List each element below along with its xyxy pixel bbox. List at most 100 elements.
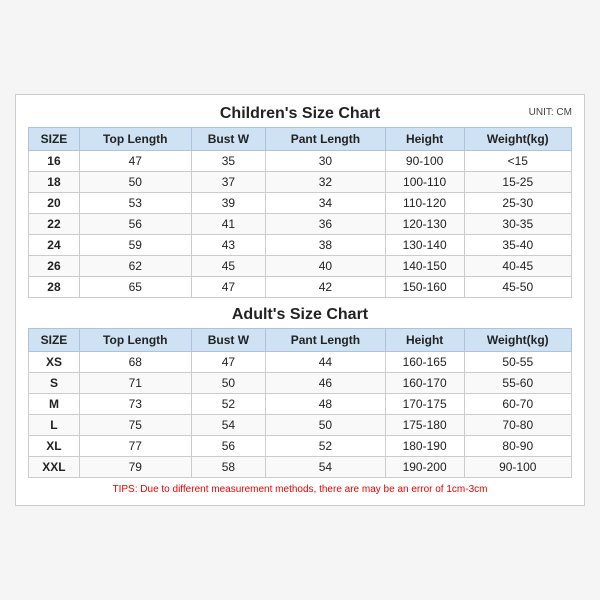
table-cell: 44 bbox=[266, 352, 386, 373]
table-cell: XL bbox=[29, 436, 80, 457]
table-row: 1647353090-100<15 bbox=[29, 151, 572, 172]
table-cell: 80-90 bbox=[464, 436, 571, 457]
children-col-size: SIZE bbox=[29, 128, 80, 151]
adult-col-weight: Weight(kg) bbox=[464, 329, 571, 352]
table-cell: 45-50 bbox=[464, 277, 571, 298]
table-cell: 43 bbox=[191, 235, 266, 256]
table-row: 18503732100-11015-25 bbox=[29, 172, 572, 193]
table-cell: 59 bbox=[79, 235, 191, 256]
table-cell: 32 bbox=[266, 172, 386, 193]
table-cell: 41 bbox=[191, 214, 266, 235]
table-cell: 56 bbox=[191, 436, 266, 457]
table-cell: 140-150 bbox=[385, 256, 464, 277]
table-cell: 35-40 bbox=[464, 235, 571, 256]
table-cell: 40-45 bbox=[464, 256, 571, 277]
table-cell: XS bbox=[29, 352, 80, 373]
adult-title: Adult's Size Chart bbox=[232, 306, 368, 324]
table-cell: 56 bbox=[79, 214, 191, 235]
table-cell: 52 bbox=[266, 436, 386, 457]
adult-title-row: Adult's Size Chart bbox=[28, 306, 572, 324]
table-cell: 160-165 bbox=[385, 352, 464, 373]
table-cell: 30-35 bbox=[464, 214, 571, 235]
table-cell: <15 bbox=[464, 151, 571, 172]
table-cell: 77 bbox=[79, 436, 191, 457]
children-col-pant-length: Pant Length bbox=[266, 128, 386, 151]
table-cell: 15-25 bbox=[464, 172, 571, 193]
table-cell: 37 bbox=[191, 172, 266, 193]
table-cell: 45 bbox=[191, 256, 266, 277]
adult-col-pant-length: Pant Length bbox=[266, 329, 386, 352]
table-cell: 47 bbox=[79, 151, 191, 172]
table-cell: 52 bbox=[191, 394, 266, 415]
table-cell: 73 bbox=[79, 394, 191, 415]
table-row: XL775652180-19080-90 bbox=[29, 436, 572, 457]
table-cell: 36 bbox=[266, 214, 386, 235]
children-col-bust-w: Bust W bbox=[191, 128, 266, 151]
table-cell: 54 bbox=[191, 415, 266, 436]
table-cell: 60-70 bbox=[464, 394, 571, 415]
table-cell: 70-80 bbox=[464, 415, 571, 436]
table-cell: 30 bbox=[266, 151, 386, 172]
children-title: Children's Size Chart bbox=[220, 105, 380, 123]
children-col-top-length: Top Length bbox=[79, 128, 191, 151]
table-cell: 120-130 bbox=[385, 214, 464, 235]
table-row: M735248170-17560-70 bbox=[29, 394, 572, 415]
table-cell: 62 bbox=[79, 256, 191, 277]
adult-col-bust-w: Bust W bbox=[191, 329, 266, 352]
table-row: 24594338130-14035-40 bbox=[29, 235, 572, 256]
children-title-row: Children's Size Chart UNIT: CM bbox=[28, 105, 572, 123]
table-row: 26624540140-15040-45 bbox=[29, 256, 572, 277]
table-row: S715046160-17055-60 bbox=[29, 373, 572, 394]
table-cell: 150-160 bbox=[385, 277, 464, 298]
table-row: 22564136120-13030-35 bbox=[29, 214, 572, 235]
table-cell: 48 bbox=[266, 394, 386, 415]
table-cell: 110-120 bbox=[385, 193, 464, 214]
table-cell: 22 bbox=[29, 214, 80, 235]
children-col-weight: Weight(kg) bbox=[464, 128, 571, 151]
table-row: XS684744160-16550-55 bbox=[29, 352, 572, 373]
table-cell: 26 bbox=[29, 256, 80, 277]
table-cell: 47 bbox=[191, 352, 266, 373]
table-cell: 47 bbox=[191, 277, 266, 298]
adult-header-row: SIZE Top Length Bust W Pant Length Heigh… bbox=[29, 329, 572, 352]
table-cell: 50-55 bbox=[464, 352, 571, 373]
table-cell: 25-30 bbox=[464, 193, 571, 214]
table-row: XXL795854190-20090-100 bbox=[29, 457, 572, 478]
table-cell: 55-60 bbox=[464, 373, 571, 394]
table-cell: 100-110 bbox=[385, 172, 464, 193]
table-cell: 53 bbox=[79, 193, 191, 214]
adult-col-top-length: Top Length bbox=[79, 329, 191, 352]
table-row: 28654742150-16045-50 bbox=[29, 277, 572, 298]
table-cell: 130-140 bbox=[385, 235, 464, 256]
table-cell: 46 bbox=[266, 373, 386, 394]
adult-col-size: SIZE bbox=[29, 329, 80, 352]
children-table: SIZE Top Length Bust W Pant Length Heigh… bbox=[28, 127, 572, 298]
table-cell: 65 bbox=[79, 277, 191, 298]
table-cell: 50 bbox=[191, 373, 266, 394]
table-row: 20533934110-12025-30 bbox=[29, 193, 572, 214]
children-header-row: SIZE Top Length Bust W Pant Length Heigh… bbox=[29, 128, 572, 151]
table-cell: 39 bbox=[191, 193, 266, 214]
tips-text: TIPS: Due to different measurement metho… bbox=[28, 484, 572, 495]
table-cell: 34 bbox=[266, 193, 386, 214]
table-cell: S bbox=[29, 373, 80, 394]
table-cell: 20 bbox=[29, 193, 80, 214]
table-cell: 170-175 bbox=[385, 394, 464, 415]
children-col-height: Height bbox=[385, 128, 464, 151]
table-cell: 68 bbox=[79, 352, 191, 373]
table-cell: 54 bbox=[266, 457, 386, 478]
table-cell: 90-100 bbox=[464, 457, 571, 478]
table-cell: 71 bbox=[79, 373, 191, 394]
table-cell: 40 bbox=[266, 256, 386, 277]
table-cell: 18 bbox=[29, 172, 80, 193]
table-row: L755450175-18070-80 bbox=[29, 415, 572, 436]
adult-section: Adult's Size Chart SIZE Top Length Bust … bbox=[28, 306, 572, 478]
table-cell: 50 bbox=[79, 172, 191, 193]
table-cell: 50 bbox=[266, 415, 386, 436]
table-cell: L bbox=[29, 415, 80, 436]
table-cell: 28 bbox=[29, 277, 80, 298]
table-cell: XXL bbox=[29, 457, 80, 478]
table-cell: 42 bbox=[266, 277, 386, 298]
table-cell: 175-180 bbox=[385, 415, 464, 436]
table-cell: 16 bbox=[29, 151, 80, 172]
